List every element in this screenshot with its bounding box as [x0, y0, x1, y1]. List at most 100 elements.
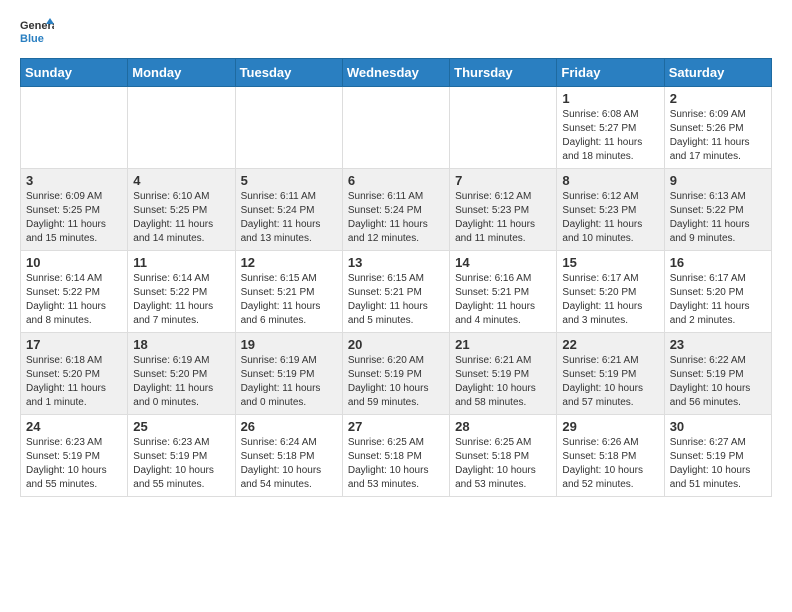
day-detail: Sunrise: 6:15 AM Sunset: 5:21 PM Dayligh… — [348, 272, 444, 328]
weekday-header-sunday: Sunday — [21, 59, 128, 87]
day-number: 2 — [670, 91, 766, 106]
day-detail: Sunrise: 6:23 AM Sunset: 5:19 PM Dayligh… — [26, 436, 122, 492]
calendar-cell — [450, 87, 557, 169]
day-number: 24 — [26, 419, 122, 434]
day-detail: Sunrise: 6:18 AM Sunset: 5:20 PM Dayligh… — [26, 354, 122, 410]
calendar-cell: 3 Sunrise: 6:09 AM Sunset: 5:25 PM Daylig… — [21, 169, 128, 251]
calendar-cell: 21 Sunrise: 6:21 AM Sunset: 5:19 PM Dayli… — [450, 333, 557, 415]
day-detail: Sunrise: 6:11 AM Sunset: 5:24 PM Dayligh… — [241, 190, 337, 246]
day-number: 27 — [348, 419, 444, 434]
day-detail: Sunrise: 6:26 AM Sunset: 5:18 PM Dayligh… — [562, 436, 658, 492]
calendar-week-row: 3 Sunrise: 6:09 AM Sunset: 5:25 PM Daylig… — [21, 169, 772, 251]
day-number: 26 — [241, 419, 337, 434]
day-number: 21 — [455, 337, 551, 352]
weekday-header-row: SundayMondayTuesdayWednesdayThursdayFrid… — [21, 59, 772, 87]
day-number: 17 — [26, 337, 122, 352]
day-number: 10 — [26, 255, 122, 270]
day-detail: Sunrise: 6:24 AM Sunset: 5:18 PM Dayligh… — [241, 436, 337, 492]
weekday-header-tuesday: Tuesday — [235, 59, 342, 87]
day-number: 9 — [670, 173, 766, 188]
calendar-table: SundayMondayTuesdayWednesdayThursdayFrid… — [20, 58, 772, 497]
day-detail: Sunrise: 6:10 AM Sunset: 5:25 PM Dayligh… — [133, 190, 229, 246]
day-detail: Sunrise: 6:09 AM Sunset: 5:26 PM Dayligh… — [670, 108, 766, 164]
calendar-cell — [21, 87, 128, 169]
calendar-cell: 12 Sunrise: 6:15 AM Sunset: 5:21 PM Dayli… — [235, 251, 342, 333]
calendar-cell: 19 Sunrise: 6:19 AM Sunset: 5:19 PM Dayli… — [235, 333, 342, 415]
calendar-cell: 8 Sunrise: 6:12 AM Sunset: 5:23 PM Daylig… — [557, 169, 664, 251]
calendar-cell — [235, 87, 342, 169]
calendar-cell: 5 Sunrise: 6:11 AM Sunset: 5:24 PM Daylig… — [235, 169, 342, 251]
day-number: 25 — [133, 419, 229, 434]
calendar-cell: 2 Sunrise: 6:09 AM Sunset: 5:26 PM Daylig… — [664, 87, 771, 169]
day-detail: Sunrise: 6:14 AM Sunset: 5:22 PM Dayligh… — [26, 272, 122, 328]
calendar-cell: 15 Sunrise: 6:17 AM Sunset: 5:20 PM Dayli… — [557, 251, 664, 333]
day-number: 11 — [133, 255, 229, 270]
calendar-week-row: 10 Sunrise: 6:14 AM Sunset: 5:22 PM Dayli… — [21, 251, 772, 333]
day-number: 1 — [562, 91, 658, 106]
weekday-header-friday: Friday — [557, 59, 664, 87]
day-number: 5 — [241, 173, 337, 188]
calendar-cell: 25Sunrise: 6:23 AM Sunset: 5:19 PM Dayli… — [128, 415, 235, 497]
calendar-cell: 26 Sunrise: 6:24 AM Sunset: 5:18 PM Dayli… — [235, 415, 342, 497]
day-number: 7 — [455, 173, 551, 188]
day-number: 8 — [562, 173, 658, 188]
day-detail: Sunrise: 6:22 AM Sunset: 5:19 PM Dayligh… — [670, 354, 766, 410]
day-detail: Sunrise: 6:15 AM Sunset: 5:21 PM Dayligh… — [241, 272, 337, 328]
day-number: 29 — [562, 419, 658, 434]
day-number: 23 — [670, 337, 766, 352]
calendar-cell: 17 Sunrise: 6:18 AM Sunset: 5:20 PM Dayli… — [21, 333, 128, 415]
day-number: 12 — [241, 255, 337, 270]
calendar-cell: 30 Sunrise: 6:27 AM Sunset: 5:19 PM Dayli… — [664, 415, 771, 497]
day-detail: Sunrise: 6:20 AM Sunset: 5:19 PM Dayligh… — [348, 354, 444, 410]
calendar-cell: 20Sunrise: 6:20 AM Sunset: 5:19 PM Dayli… — [342, 333, 449, 415]
calendar-cell: 18 Sunrise: 6:19 AM Sunset: 5:20 PM Dayli… — [128, 333, 235, 415]
day-detail: Sunrise: 6:17 AM Sunset: 5:20 PM Dayligh… — [670, 272, 766, 328]
calendar-cell: 11 Sunrise: 6:14 AM Sunset: 5:22 PM Dayli… — [128, 251, 235, 333]
calendar-cell — [342, 87, 449, 169]
day-number: 15 — [562, 255, 658, 270]
day-detail: Sunrise: 6:14 AM Sunset: 5:22 PM Dayligh… — [133, 272, 229, 328]
calendar-week-row: 24 Sunrise: 6:23 AM Sunset: 5:19 PM Dayli… — [21, 415, 772, 497]
calendar-cell: 29 Sunrise: 6:26 AM Sunset: 5:18 PM Dayli… — [557, 415, 664, 497]
calendar-cell: 22Sunrise: 6:21 AM Sunset: 5:19 PM Dayli… — [557, 333, 664, 415]
day-detail: Sunrise: 6:09 AM Sunset: 5:25 PM Dayligh… — [26, 190, 122, 246]
day-detail: Sunrise: 6:27 AM Sunset: 5:19 PM Dayligh… — [670, 436, 766, 492]
day-number: 19 — [241, 337, 337, 352]
day-detail: Sunrise: 6:25 AM Sunset: 5:18 PM Dayligh… — [455, 436, 551, 492]
day-detail: Sunrise: 6:12 AM Sunset: 5:23 PM Dayligh… — [562, 190, 658, 246]
day-number: 3 — [26, 173, 122, 188]
calendar-week-row: 1Sunrise: 6:08 AM Sunset: 5:27 PM Daylig… — [21, 87, 772, 169]
day-number: 28 — [455, 419, 551, 434]
calendar-cell: 23 Sunrise: 6:22 AM Sunset: 5:19 PM Dayli… — [664, 333, 771, 415]
day-detail: Sunrise: 6:12 AM Sunset: 5:23 PM Dayligh… — [455, 190, 551, 246]
day-detail: Sunrise: 6:21 AM Sunset: 5:19 PM Dayligh… — [562, 354, 658, 410]
calendar-cell: 13Sunrise: 6:15 AM Sunset: 5:21 PM Dayli… — [342, 251, 449, 333]
calendar-cell: 10 Sunrise: 6:14 AM Sunset: 5:22 PM Dayli… — [21, 251, 128, 333]
weekday-header-monday: Monday — [128, 59, 235, 87]
weekday-header-wednesday: Wednesday — [342, 59, 449, 87]
calendar-cell: 27 Sunrise: 6:25 AM Sunset: 5:18 PM Dayli… — [342, 415, 449, 497]
calendar-cell: 16 Sunrise: 6:17 AM Sunset: 5:20 PM Dayli… — [664, 251, 771, 333]
day-detail: Sunrise: 6:19 AM Sunset: 5:19 PM Dayligh… — [241, 354, 337, 410]
day-detail: Sunrise: 6:25 AM Sunset: 5:18 PM Dayligh… — [348, 436, 444, 492]
day-detail: Sunrise: 6:17 AM Sunset: 5:20 PM Dayligh… — [562, 272, 658, 328]
calendar-cell: 6Sunrise: 6:11 AM Sunset: 5:24 PM Daylig… — [342, 169, 449, 251]
day-detail: Sunrise: 6:16 AM Sunset: 5:21 PM Dayligh… — [455, 272, 551, 328]
day-number: 18 — [133, 337, 229, 352]
day-number: 30 — [670, 419, 766, 434]
calendar-cell: 7 Sunrise: 6:12 AM Sunset: 5:23 PM Daylig… — [450, 169, 557, 251]
calendar-cell: 9Sunrise: 6:13 AM Sunset: 5:22 PM Daylig… — [664, 169, 771, 251]
day-number: 16 — [670, 255, 766, 270]
logo: General Blue — [20, 16, 54, 50]
weekday-header-saturday: Saturday — [664, 59, 771, 87]
day-detail: Sunrise: 6:21 AM Sunset: 5:19 PM Dayligh… — [455, 354, 551, 410]
day-number: 14 — [455, 255, 551, 270]
calendar-cell: 4Sunrise: 6:10 AM Sunset: 5:25 PM Daylig… — [128, 169, 235, 251]
calendar-cell: 24 Sunrise: 6:23 AM Sunset: 5:19 PM Dayli… — [21, 415, 128, 497]
day-detail: Sunrise: 6:11 AM Sunset: 5:24 PM Dayligh… — [348, 190, 444, 246]
svg-text:Blue: Blue — [20, 33, 44, 45]
calendar-cell: 28 Sunrise: 6:25 AM Sunset: 5:18 PM Dayli… — [450, 415, 557, 497]
calendar-cell: 1Sunrise: 6:08 AM Sunset: 5:27 PM Daylig… — [557, 87, 664, 169]
header: General Blue — [20, 16, 772, 50]
day-detail: Sunrise: 6:19 AM Sunset: 5:20 PM Dayligh… — [133, 354, 229, 410]
